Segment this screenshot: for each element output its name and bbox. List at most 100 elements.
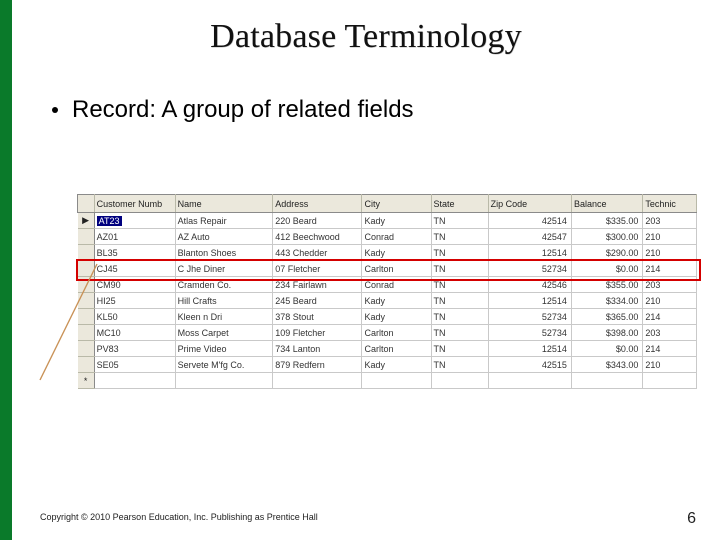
- cell-name[interactable]: Prime Video: [175, 341, 273, 357]
- cell-name[interactable]: AZ Auto: [175, 229, 273, 245]
- cell-city[interactable]: Carlton: [362, 261, 431, 277]
- empty-cell[interactable]: [571, 373, 642, 389]
- cell-state[interactable]: TN: [431, 309, 488, 325]
- empty-cell[interactable]: [643, 373, 697, 389]
- cell-customer-number[interactable]: BL35: [94, 245, 175, 261]
- empty-cell[interactable]: [175, 373, 273, 389]
- row-selector[interactable]: [78, 277, 95, 293]
- cell-zip[interactable]: 42547: [488, 229, 571, 245]
- cell-state[interactable]: TN: [431, 213, 488, 229]
- empty-cell[interactable]: [431, 373, 488, 389]
- cell-city[interactable]: Kady: [362, 293, 431, 309]
- table-row[interactable]: CM90Cramden Co.234 FairlawnConradTN42546…: [78, 277, 697, 293]
- cell-balance[interactable]: $0.00: [571, 261, 642, 277]
- col-city[interactable]: City: [362, 195, 431, 213]
- col-name[interactable]: Name: [175, 195, 273, 213]
- cell-technic[interactable]: 214: [643, 261, 697, 277]
- cell-technic[interactable]: 203: [643, 277, 697, 293]
- cell-zip[interactable]: 42515: [488, 357, 571, 373]
- cell-balance[interactable]: $335.00: [571, 213, 642, 229]
- empty-cell[interactable]: [94, 373, 175, 389]
- cell-technic[interactable]: 214: [643, 341, 697, 357]
- cell-customer-number[interactable]: CJ45: [94, 261, 175, 277]
- table-row[interactable]: SE05Servete M'fg Co.879 RedfernKadyTN425…: [78, 357, 697, 373]
- cell-technic[interactable]: 203: [643, 325, 697, 341]
- cell-city[interactable]: Carlton: [362, 341, 431, 357]
- col-balance[interactable]: Balance: [571, 195, 642, 213]
- table-row[interactable]: PV83Prime Video734 LantonCarltonTN12514$…: [78, 341, 697, 357]
- row-selector[interactable]: ▶: [78, 213, 95, 229]
- cell-zip[interactable]: 42546: [488, 277, 571, 293]
- cell-state[interactable]: TN: [431, 229, 488, 245]
- cell-customer-number[interactable]: SE05: [94, 357, 175, 373]
- cell-city[interactable]: Carlton: [362, 325, 431, 341]
- table-row[interactable]: CJ45C Jhe Diner07 FletcherCarltonTN52734…: [78, 261, 697, 277]
- cell-state[interactable]: TN: [431, 341, 488, 357]
- cell-city[interactable]: Kady: [362, 245, 431, 261]
- cell-name[interactable]: Moss Carpet: [175, 325, 273, 341]
- cell-name[interactable]: Hill Crafts: [175, 293, 273, 309]
- row-selector[interactable]: [78, 293, 95, 309]
- row-selector[interactable]: [78, 309, 95, 325]
- cell-state[interactable]: TN: [431, 293, 488, 309]
- cell-address[interactable]: 443 Chedder: [273, 245, 362, 261]
- cell-technic[interactable]: 203: [643, 213, 697, 229]
- cell-technic[interactable]: 210: [643, 293, 697, 309]
- cell-address[interactable]: 109 Fletcher: [273, 325, 362, 341]
- cell-customer-number[interactable]: AZ01: [94, 229, 175, 245]
- cell-technic[interactable]: 210: [643, 357, 697, 373]
- cell-balance[interactable]: $355.00: [571, 277, 642, 293]
- row-selector[interactable]: [78, 325, 95, 341]
- empty-cell[interactable]: [362, 373, 431, 389]
- cell-address[interactable]: 245 Beard: [273, 293, 362, 309]
- cell-zip[interactable]: 52734: [488, 325, 571, 341]
- cell-name[interactable]: Cramden Co.: [175, 277, 273, 293]
- cell-address[interactable]: 879 Redfern: [273, 357, 362, 373]
- new-record-row[interactable]: *: [78, 373, 697, 389]
- cell-name[interactable]: Servete M'fg Co.: [175, 357, 273, 373]
- cell-customer-number[interactable]: CM90: [94, 277, 175, 293]
- cell-zip[interactable]: 52734: [488, 309, 571, 325]
- cell-address[interactable]: 378 Stout: [273, 309, 362, 325]
- empty-cell[interactable]: [488, 373, 571, 389]
- col-zip[interactable]: Zip Code: [488, 195, 571, 213]
- row-selector[interactable]: [78, 245, 95, 261]
- cell-customer-number[interactable]: HI25: [94, 293, 175, 309]
- cell-balance[interactable]: $0.00: [571, 341, 642, 357]
- table-row[interactable]: BL35Blanton Shoes443 ChedderKadyTN12514$…: [78, 245, 697, 261]
- cell-address[interactable]: 07 Fletcher: [273, 261, 362, 277]
- cell-state[interactable]: TN: [431, 277, 488, 293]
- table-row[interactable]: ▶AT23Atlas Repair220 BeardKadyTN42514$33…: [78, 213, 697, 229]
- table-row[interactable]: KL50Kleen n Dri378 StoutKadyTN52734$365.…: [78, 309, 697, 325]
- cell-city[interactable]: Kady: [362, 213, 431, 229]
- new-record-marker[interactable]: *: [78, 373, 95, 389]
- cell-state[interactable]: TN: [431, 325, 488, 341]
- cell-address[interactable]: 220 Beard: [273, 213, 362, 229]
- row-selector[interactable]: [78, 261, 95, 277]
- cell-zip[interactable]: 12514: [488, 293, 571, 309]
- cell-name[interactable]: Kleen n Dri: [175, 309, 273, 325]
- table-row[interactable]: AZ01AZ Auto412 BeechwoodConradTN42547$30…: [78, 229, 697, 245]
- cell-address[interactable]: 734 Lanton: [273, 341, 362, 357]
- cell-address[interactable]: 234 Fairlawn: [273, 277, 362, 293]
- row-selector[interactable]: [78, 357, 95, 373]
- cell-customer-number[interactable]: KL50: [94, 309, 175, 325]
- cell-name[interactable]: Blanton Shoes: [175, 245, 273, 261]
- cell-zip[interactable]: 52734: [488, 261, 571, 277]
- table-row[interactable]: HI25Hill Crafts245 BeardKadyTN12514$334.…: [78, 293, 697, 309]
- cell-name[interactable]: C Jhe Diner: [175, 261, 273, 277]
- cell-city[interactable]: Conrad: [362, 229, 431, 245]
- cell-balance[interactable]: $334.00: [571, 293, 642, 309]
- cell-technic[interactable]: 210: [643, 229, 697, 245]
- col-state[interactable]: State: [431, 195, 488, 213]
- cell-address[interactable]: 412 Beechwood: [273, 229, 362, 245]
- cell-customer-number[interactable]: MC10: [94, 325, 175, 341]
- cell-city[interactable]: Conrad: [362, 277, 431, 293]
- cell-state[interactable]: TN: [431, 357, 488, 373]
- cell-technic[interactable]: 214: [643, 309, 697, 325]
- col-customer-number[interactable]: Customer Numb: [94, 195, 175, 213]
- cell-zip[interactable]: 12514: [488, 341, 571, 357]
- cell-customer-number[interactable]: AT23: [94, 213, 175, 229]
- row-selector[interactable]: [78, 341, 95, 357]
- cell-name[interactable]: Atlas Repair: [175, 213, 273, 229]
